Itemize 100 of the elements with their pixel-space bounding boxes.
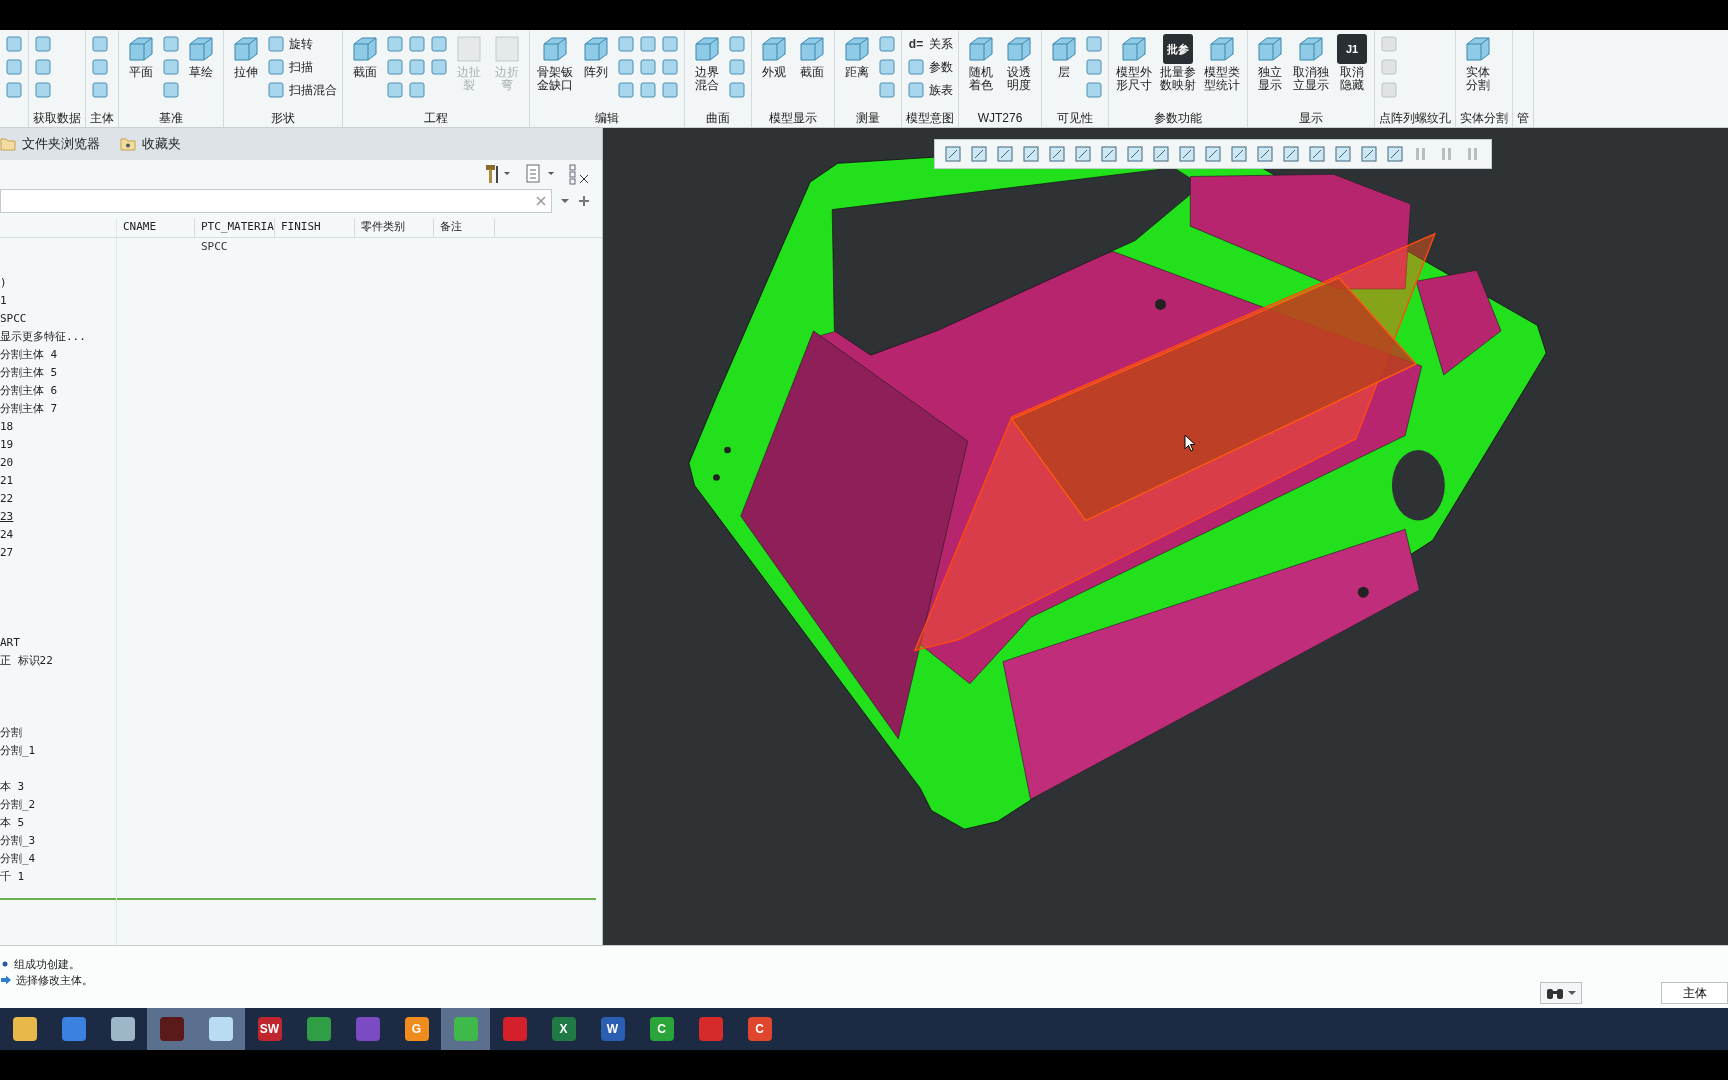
ribbon-button[interactable]: J1 取消隐藏	[1335, 34, 1369, 92]
group-label[interactable]: 可见性	[1042, 109, 1108, 127]
tool-icon[interactable]	[639, 81, 657, 99]
tool-icon[interactable]	[91, 58, 109, 76]
tree-item[interactable]: 分割_2	[0, 797, 36, 811]
tool-icon[interactable]	[5, 35, 23, 53]
group-label[interactable]: 模型意图	[902, 109, 958, 127]
view-tool-icon[interactable]	[1203, 144, 1223, 164]
ribbon-button[interactable]: 批参 批量参数映射	[1158, 34, 1198, 92]
column-header[interactable]: FINISH	[275, 218, 355, 237]
group-label[interactable]: 形状	[224, 109, 342, 127]
tree-item[interactable]: 分割主体 6	[0, 383, 58, 397]
column-header[interactable]: 备注	[434, 218, 495, 237]
tree-item[interactable]: 1	[0, 293, 7, 307]
tree-item[interactable]: 分割_1	[0, 743, 36, 757]
tree-item[interactable]: 正 标识22	[0, 653, 53, 667]
ribbon-button[interactable]: 骨架钣金缺口	[535, 34, 575, 92]
tool-icon[interactable]	[1085, 81, 1103, 99]
tool-icon[interactable]	[162, 35, 180, 53]
tool-icon[interactable]	[386, 58, 404, 76]
tool-icon[interactable]	[34, 35, 52, 53]
ribbon-button[interactable]: 截面	[348, 34, 382, 79]
tree-item[interactable]: 本 5	[0, 815, 25, 829]
tree-item[interactable]: 24	[0, 527, 14, 541]
ribbon-button[interactable]: 距离	[840, 34, 874, 79]
taskbar-button[interactable]: SW	[245, 1008, 294, 1050]
group-label[interactable]: 模型显示	[752, 109, 834, 127]
view-tool-icon[interactable]	[1047, 144, 1067, 164]
group-label[interactable]: 工程	[343, 109, 529, 127]
tree-item[interactable]: )	[0, 275, 7, 289]
taskbar-button[interactable]: X	[539, 1008, 588, 1050]
ribbon-button[interactable]: d= 关系	[907, 34, 953, 54]
taskbar-button[interactable]: C	[735, 1008, 784, 1050]
group-label[interactable]: 曲面	[685, 109, 751, 127]
column-hide-icon[interactable]	[568, 163, 590, 185]
tree-item[interactable]: 21	[0, 473, 14, 487]
tool-icon[interactable]	[728, 35, 746, 53]
tree-item[interactable]: 分割主体 7	[0, 401, 58, 415]
tool-icon[interactable]	[617, 35, 635, 53]
group-label[interactable]: 管	[1513, 109, 1533, 127]
view-tool-icon[interactable]	[1385, 144, 1405, 164]
view-tool-icon[interactable]	[1151, 144, 1171, 164]
tool-icon[interactable]	[1085, 35, 1103, 53]
tool-icon[interactable]	[34, 81, 52, 99]
tree-item[interactable]: 分割_4	[0, 851, 36, 865]
view-tool-icon[interactable]	[1255, 144, 1275, 164]
ribbon-button[interactable]: 独立显示	[1253, 34, 1287, 92]
tree-item[interactable]: 18	[0, 419, 14, 433]
add-icon[interactable]	[578, 195, 590, 207]
group-label[interactable]: 获取数据	[29, 109, 85, 127]
tool-icon[interactable]	[162, 81, 180, 99]
ribbon-button[interactable]: 模型外形尺寸	[1114, 34, 1154, 92]
tool-icon[interactable]	[728, 81, 746, 99]
tree-item[interactable]: 千 1	[0, 869, 25, 883]
clear-icon[interactable]	[535, 195, 547, 207]
group-label[interactable]: 主体	[86, 109, 118, 127]
list-settings-icon[interactable]	[524, 163, 556, 185]
view-tool-icon[interactable]	[1177, 144, 1197, 164]
ribbon-button[interactable]: 平面	[124, 34, 158, 79]
tool-icon[interactable]	[639, 35, 657, 53]
find-button[interactable]	[1540, 982, 1582, 1004]
tree-item[interactable]: 显示更多特征...	[0, 329, 86, 343]
ribbon-button[interactable]: 层	[1047, 34, 1081, 79]
group-label[interactable]: 基准	[119, 109, 223, 127]
tool-icon[interactable]	[408, 81, 426, 99]
tool-icon[interactable]	[661, 58, 679, 76]
view-tool-icon[interactable]	[1229, 144, 1249, 164]
tree-item[interactable]: 22	[0, 491, 14, 505]
tree-item[interactable]: 20	[0, 455, 14, 469]
tool-icon[interactable]	[5, 81, 23, 99]
tree-item[interactable]: ART	[0, 635, 20, 649]
ribbon-button[interactable]: 扫描	[267, 57, 337, 77]
tool-icon[interactable]	[617, 58, 635, 76]
view-tool-icon[interactable]	[1125, 144, 1145, 164]
view-tool-icon[interactable]	[1281, 144, 1301, 164]
browser-tab[interactable]: 收藏夹	[120, 134, 181, 154]
view-tool-icon[interactable]	[1359, 144, 1379, 164]
filter-field[interactable]: 主体	[1661, 982, 1728, 1004]
search-field[interactable]	[0, 189, 552, 213]
tool-icon[interactable]	[878, 58, 896, 76]
view-tool-icon[interactable]	[1073, 144, 1093, 164]
tool-icon[interactable]	[430, 58, 448, 76]
tool-icon[interactable]	[162, 58, 180, 76]
ribbon-button[interactable]: 阵列	[579, 34, 613, 79]
tool-icon[interactable]	[728, 58, 746, 76]
tool-icon[interactable]	[408, 58, 426, 76]
group-label[interactable]: 实体分割	[1456, 109, 1512, 127]
view-tool-icon[interactable]	[943, 144, 963, 164]
ribbon-button[interactable]: 随机着色	[964, 34, 998, 92]
tool-icon[interactable]	[639, 58, 657, 76]
group-label[interactable]: 显示	[1248, 109, 1374, 127]
view-tool-icon[interactable]	[1099, 144, 1119, 164]
tree-item[interactable]: 23	[0, 509, 14, 523]
ribbon-button[interactable]: 草绘	[184, 34, 218, 79]
group-label[interactable]: 参数功能	[1109, 109, 1247, 127]
ribbon-button[interactable]: 边界混合	[690, 34, 724, 92]
ribbon-button[interactable]: 拉伸	[229, 34, 263, 79]
tree-item[interactable]: 分割主体 4	[0, 347, 58, 361]
column-header[interactable]: PTC_MATERIA	[195, 218, 275, 237]
tool-icon[interactable]	[617, 81, 635, 99]
